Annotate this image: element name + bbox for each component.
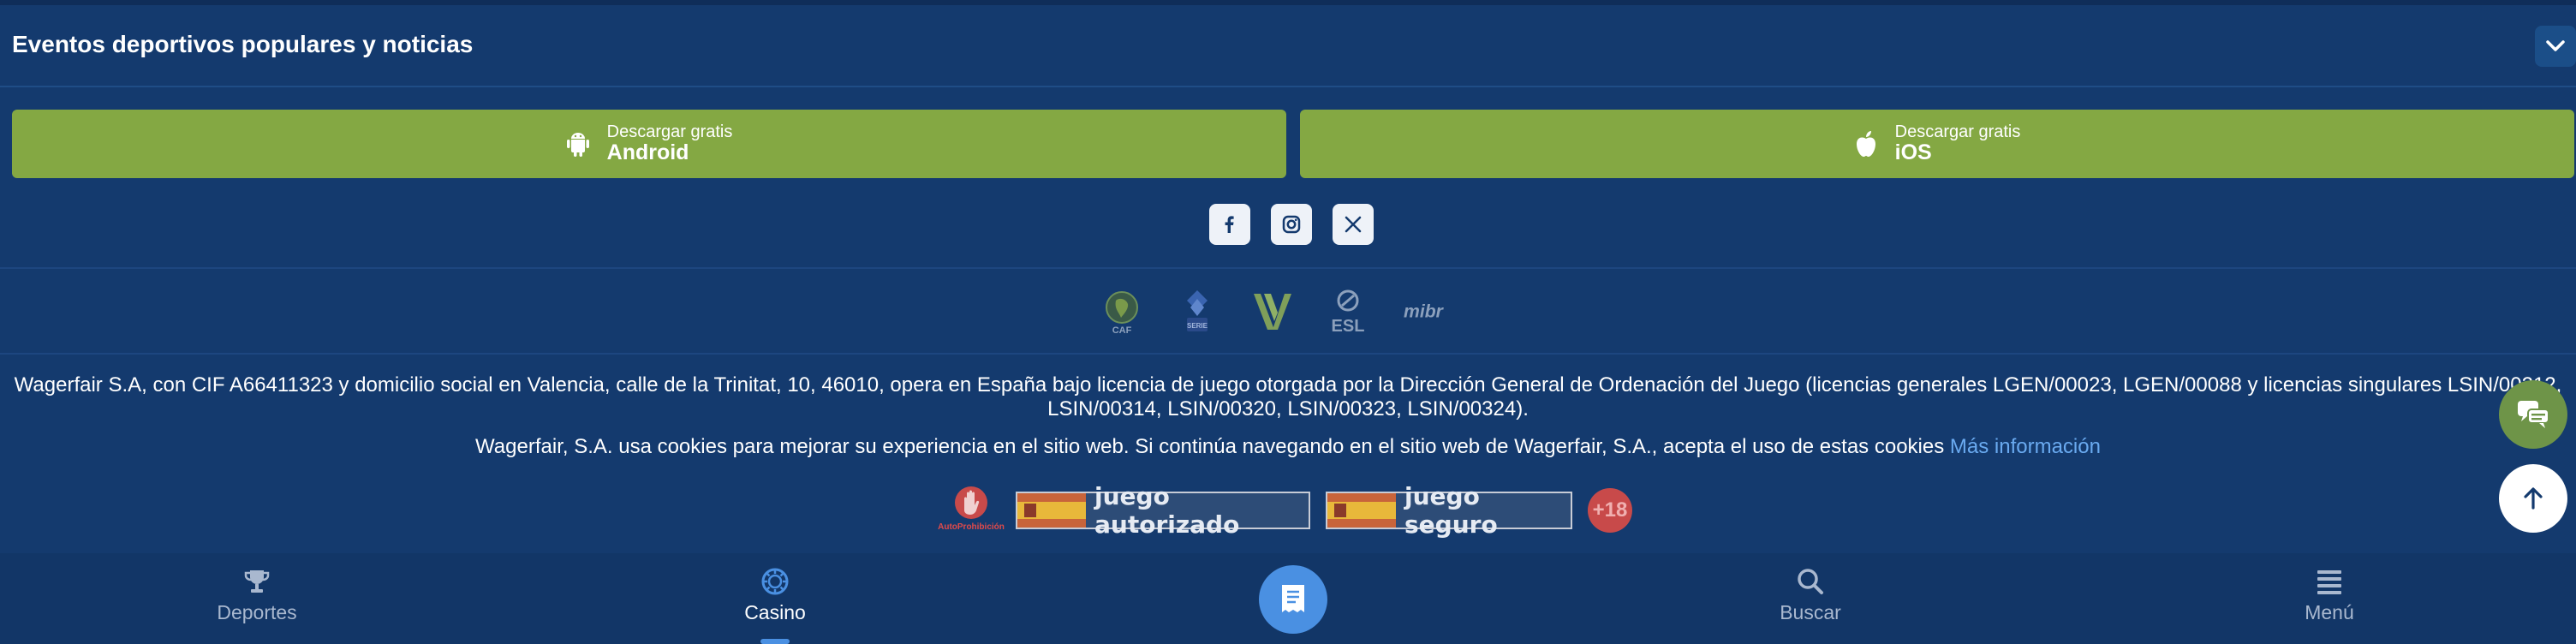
nav-casino[interactable]: Casino <box>689 567 861 624</box>
age-18-badge: +18 <box>1588 488 1632 533</box>
events-title: Eventos deportivos populares y noticias <box>12 31 474 57</box>
cookies-text: Wagerfair, S.A. usa cookies para mejorar… <box>475 435 1945 458</box>
scroll-to-top-button[interactable] <box>2499 464 2567 533</box>
juego-seguro-label: juego seguro <box>1404 482 1498 539</box>
svg-text:SERIE: SERIE <box>1187 322 1208 330</box>
cookies-notice: Wagerfair, S.A. usa cookies para mejorar… <box>0 435 2576 459</box>
apple-icon <box>1854 129 1880 158</box>
serie-a-logo: SERIE <box>1175 288 1219 336</box>
svg-text:mibr: mibr <box>1404 302 1445 322</box>
divider <box>0 353 2576 355</box>
android-icon <box>566 129 592 158</box>
autoprohibicion-label: AutoProhibición <box>938 522 1005 532</box>
svg-text:ESL: ESL <box>1332 317 1365 335</box>
caf-logo: CAF <box>1100 288 1144 336</box>
nav-label-menu: Menú <box>2305 601 2354 623</box>
nav-label-buscar: Buscar <box>1780 601 1841 623</box>
nav-deportes[interactable]: Deportes <box>171 567 343 624</box>
facebook-icon[interactable] <box>1209 204 1250 245</box>
menu-icon <box>2315 567 2344 596</box>
arrow-up-icon <box>2524 487 2543 510</box>
autoprohibicion-badge[interactable]: AutoProhibición <box>938 485 1005 536</box>
nav-menu[interactable]: Menú <box>2244 567 2415 624</box>
ios-subtitle: Descargar gratis <box>1894 122 2021 142</box>
nav-label-casino: Casino <box>744 601 806 623</box>
android-title: Android <box>606 140 689 165</box>
download-ios-button[interactable]: Descargar gratis iOS <box>1300 110 2574 178</box>
betslip-icon <box>1282 585 1304 612</box>
spain-flag-icon <box>1327 493 1396 528</box>
chat-icon <box>2518 401 2549 428</box>
nav-buscar[interactable]: Buscar <box>1725 567 1896 624</box>
chevron-down-icon[interactable] <box>2535 26 2576 67</box>
esl-logo: ESL <box>1326 288 1370 336</box>
popular-events-bar[interactable]: Eventos deportivos populares y noticias <box>0 5 2576 87</box>
volleyball-logo <box>1250 288 1295 336</box>
regulatory-badges: AutoProhibición juego autorizado juego s… <box>938 482 1632 539</box>
svg-text:CAF: CAF <box>1112 325 1132 335</box>
juego-autorizado-badge[interactable]: juego autorizado <box>1016 482 1310 539</box>
social-links <box>1209 204 1380 248</box>
ios-title: iOS <box>1894 140 1932 165</box>
trophy-icon <box>242 567 271 596</box>
legal-text: Wagerfair S.A, con CIF A66411323 y domic… <box>14 373 2562 420</box>
divider <box>0 267 2576 269</box>
chat-button[interactable] <box>2499 380 2567 449</box>
search-icon <box>1796 567 1825 596</box>
juego-autorizado-label: juego autorizado <box>1094 482 1240 539</box>
more-info-link[interactable]: Más información <box>1950 435 2101 458</box>
instagram-icon[interactable] <box>1271 204 1312 245</box>
x-icon[interactable] <box>1333 204 1374 245</box>
android-subtitle: Descargar gratis <box>606 122 733 142</box>
juego-seguro-badge[interactable]: juego seguro <box>1326 482 1572 539</box>
mibr-logo: mibr <box>1401 288 1446 336</box>
nav-label-deportes: Deportes <box>217 601 297 623</box>
betslip-button[interactable] <box>1259 565 1327 634</box>
casino-chip-icon <box>760 567 790 596</box>
download-android-button[interactable]: Descargar gratis Android <box>12 110 1286 178</box>
spain-flag-icon <box>1017 493 1086 528</box>
active-tab-indicator <box>760 639 790 644</box>
partner-logos: CAF SERIE ESL mibr <box>1100 286 1446 337</box>
